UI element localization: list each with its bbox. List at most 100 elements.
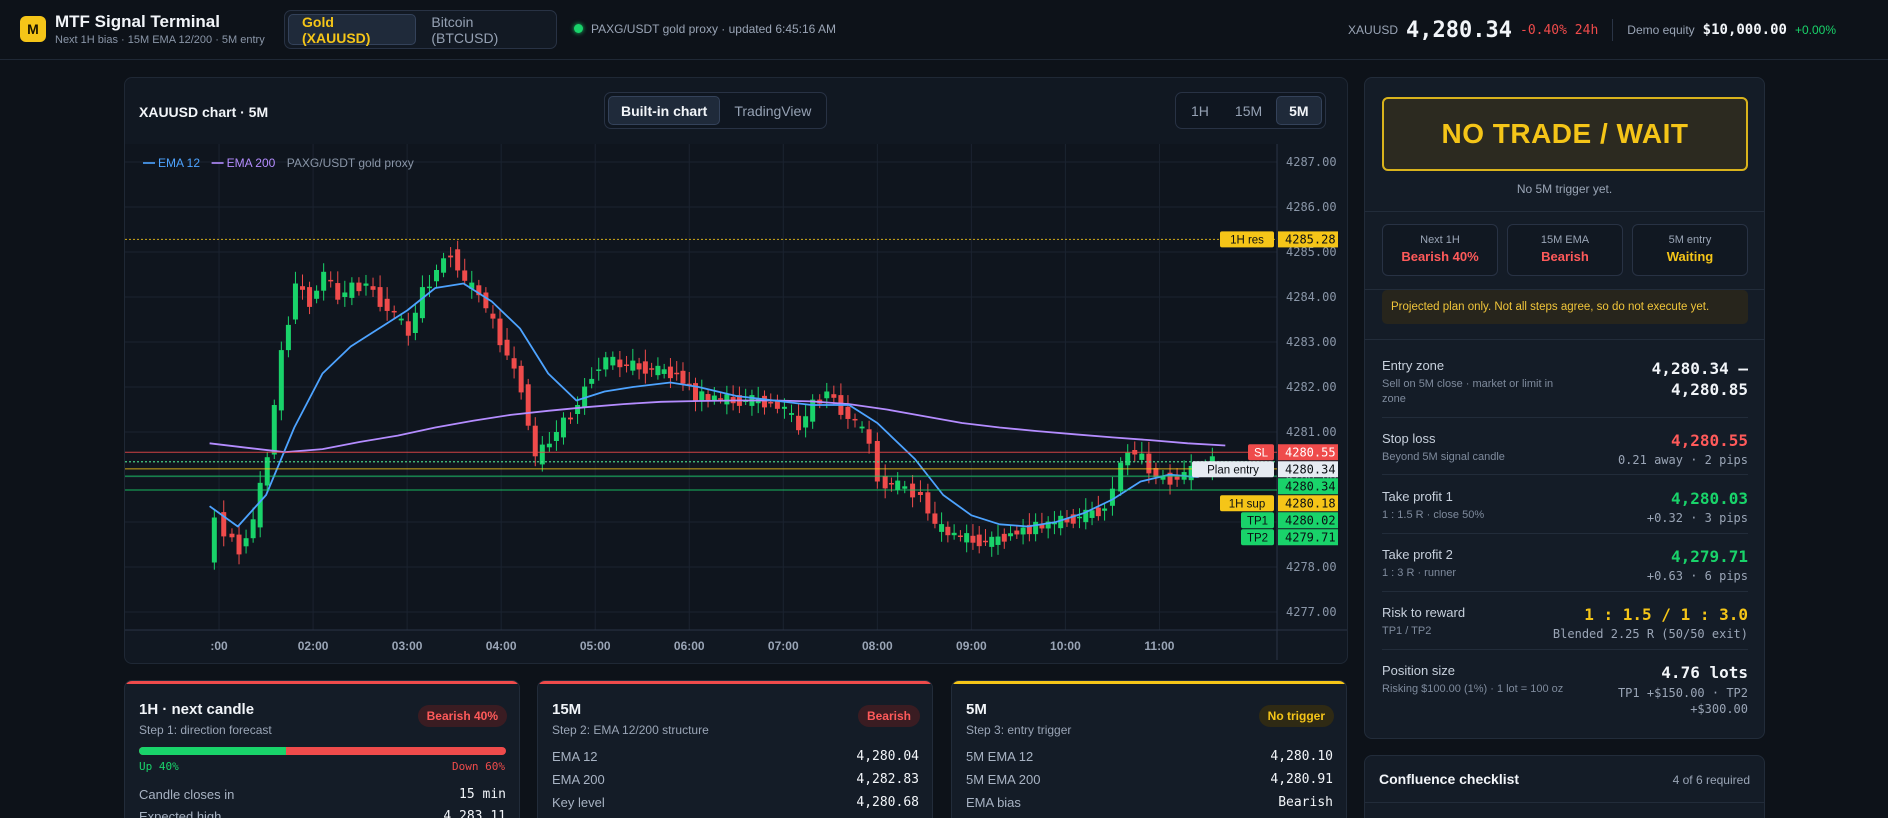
candle-body xyxy=(649,368,655,370)
x-tick-label: 09:00 xyxy=(956,639,987,653)
candle-body xyxy=(1174,476,1180,480)
candle-body xyxy=(882,476,888,489)
candle-body xyxy=(335,283,341,300)
candle-body xyxy=(377,287,383,307)
level-label: TP2 xyxy=(1247,532,1268,544)
candle-body xyxy=(370,286,376,290)
tab-built-in-chart[interactable]: Built-in chart xyxy=(608,96,721,125)
y-tick-label: 4287.00 xyxy=(1286,155,1337,169)
kv-key: EMA 12 xyxy=(552,749,598,764)
up-probability-fill xyxy=(139,747,286,755)
candle-body xyxy=(1008,533,1014,537)
level-label: TP1 xyxy=(1247,515,1268,527)
divider xyxy=(1382,474,1748,475)
candle-body xyxy=(412,312,418,333)
kv-value: Bearish xyxy=(1278,795,1333,810)
candle-body xyxy=(699,391,705,402)
candle-body xyxy=(455,249,461,271)
row-value: 1 : 1.5 / 1 : 3.0 xyxy=(1584,605,1748,624)
kv-key: Candle closes in xyxy=(139,787,235,802)
asset-bitcoin-button[interactable]: Bitcoin (BTCUSD) xyxy=(418,14,553,46)
card-accent-bar xyxy=(952,681,1346,684)
candle-body xyxy=(1020,527,1026,535)
row-value-detail: Blended 2.25 R (50/50 exit) xyxy=(1552,627,1748,641)
candle-body xyxy=(363,283,369,286)
candle-body xyxy=(718,398,724,400)
divider xyxy=(1382,533,1748,534)
candle-body xyxy=(349,282,355,298)
candle-body xyxy=(603,357,609,370)
candle-body xyxy=(398,318,404,321)
candle-body xyxy=(796,415,802,431)
price-tag-value: 4280.18 xyxy=(1285,496,1336,510)
x-tick-label: 11:00 xyxy=(1144,639,1174,653)
row-position-size: Position size Risking $100.00 (1%) · 1 l… xyxy=(1382,663,1748,723)
status-badge: Bearish 40% xyxy=(417,705,507,727)
timeframe-5m-button[interactable]: 5M xyxy=(1276,96,1322,125)
row-label: Position size xyxy=(1382,663,1455,678)
candle-body xyxy=(711,395,717,401)
candle-body xyxy=(596,369,602,371)
app-title: MTF Signal Terminal xyxy=(55,12,220,31)
timeframe-15m-button[interactable]: 15M xyxy=(1223,96,1274,125)
candle-body xyxy=(705,394,711,401)
x-tick-label: 07:00 xyxy=(768,639,799,653)
candle-body xyxy=(271,405,277,455)
candle-body xyxy=(292,283,298,320)
candle-body xyxy=(655,365,661,376)
step-5m-entry: 5M entry Waiting xyxy=(1632,224,1748,276)
candle-body xyxy=(419,287,425,319)
kv-key: EMA 200 xyxy=(552,772,605,787)
y-tick-label: 4284.00 xyxy=(1286,290,1337,304)
candle-body xyxy=(789,413,795,415)
row-sub: Sell on 5M close · market or limit in zo… xyxy=(1382,378,1554,405)
divider xyxy=(1365,802,1764,803)
candle-body xyxy=(803,416,809,428)
top-header: M MTF Signal Terminal Next 1H bias · 15M… xyxy=(0,0,1888,60)
candle-body xyxy=(781,406,787,409)
x-tick-label: 10:00 xyxy=(1050,639,1081,653)
card-subtitle: Step 3: entry trigger xyxy=(966,723,1072,737)
candle-body xyxy=(902,486,908,489)
row-value: 4,280.55 xyxy=(1670,431,1748,450)
confluence-title: Confluence checklist xyxy=(1379,771,1520,787)
row-label: Take profit 1 xyxy=(1382,489,1453,504)
live-status-dot-icon xyxy=(574,24,583,33)
divider xyxy=(1382,417,1748,418)
candle-body xyxy=(211,517,217,563)
price-tag-value: 4280.55 xyxy=(1285,445,1336,459)
candle-body xyxy=(610,356,616,366)
candle-body xyxy=(845,406,851,419)
candle-body xyxy=(1033,521,1039,535)
candle-body xyxy=(589,378,595,384)
chart-panel: XAUUSD chart · 5M Built-in chart Trading… xyxy=(124,77,1348,664)
direction-probability-bar xyxy=(139,747,506,755)
price-tag-value: 4280.34 xyxy=(1285,479,1336,493)
step-value: Bearish 40% xyxy=(1401,249,1479,264)
candle-body xyxy=(257,482,263,528)
price-chart[interactable]: 4287.004286.004285.004284.004283.004282.… xyxy=(125,144,1348,664)
timeframe-1h-button[interactable]: 1H xyxy=(1179,96,1221,125)
candle-body xyxy=(810,399,816,422)
asset-gold-button[interactable]: Gold (XAUUSD) xyxy=(288,14,417,46)
status-badge: No trigger xyxy=(1258,705,1334,727)
candle-body xyxy=(546,443,552,448)
candle-body xyxy=(642,361,648,374)
card-subtitle: Step 1: direction forecast xyxy=(139,723,272,737)
step-title: 15M EMA xyxy=(1540,234,1590,246)
x-tick-label: 06:00 xyxy=(674,639,705,653)
tab-tradingview[interactable]: TradingView xyxy=(722,96,823,125)
candle-body xyxy=(895,480,901,490)
confluence-checklist-card: Confluence checklist 4 of 6 required xyxy=(1364,755,1765,818)
card-accent-bar xyxy=(538,681,932,684)
price-tag-value: 4279.71 xyxy=(1285,530,1336,544)
candle-body xyxy=(532,425,538,457)
asset-switcher: Gold (XAUUSD) Bitcoin (BTCUSD) xyxy=(284,10,557,49)
row-value-detail: +0.63 · 6 pips xyxy=(1646,569,1748,583)
card-title: 1H · next candle xyxy=(139,701,255,718)
level-label: 1H sup xyxy=(1229,498,1265,510)
row-value: 4,280.03 xyxy=(1670,489,1748,508)
down-probability-label: Down 60% xyxy=(452,760,505,773)
divider xyxy=(1382,649,1748,650)
kv-value: 4,282.83 xyxy=(856,772,919,787)
